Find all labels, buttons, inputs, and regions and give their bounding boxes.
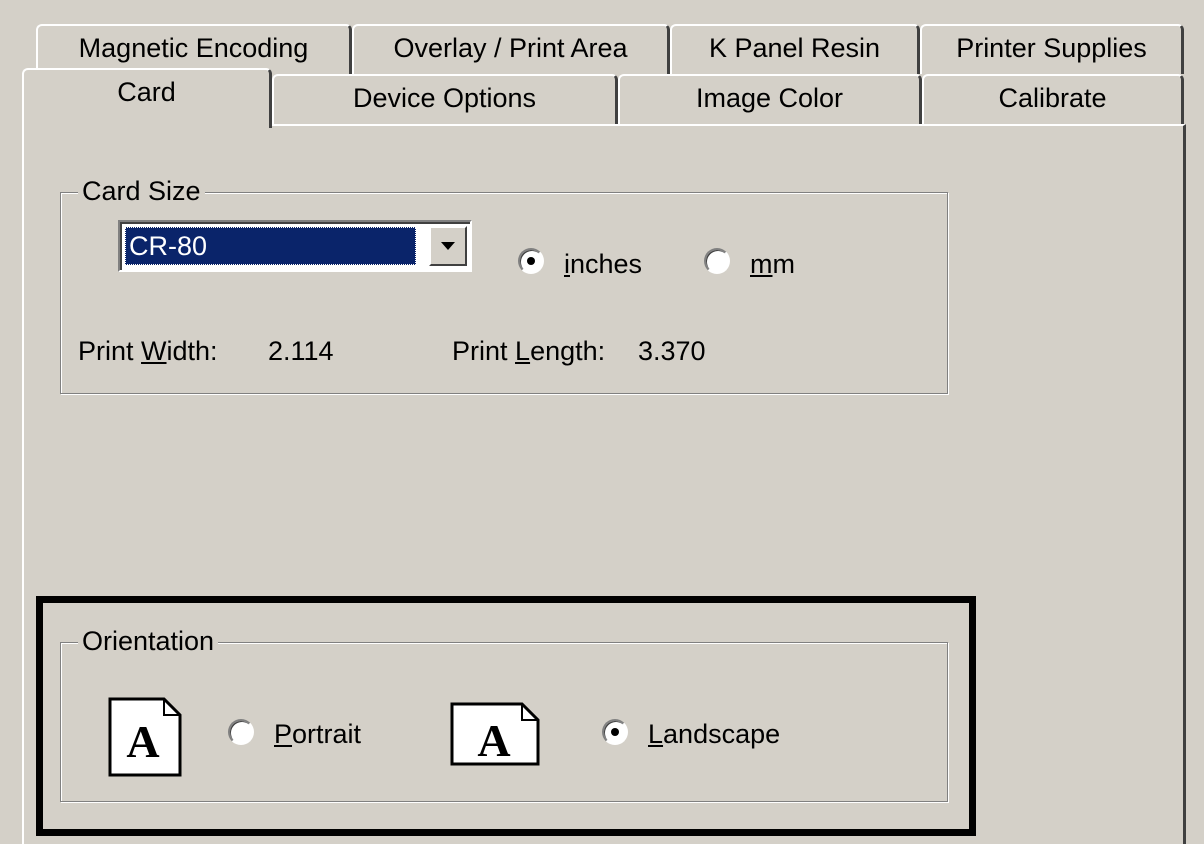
mm-label[interactable]: mm: [750, 249, 795, 279]
landscape-label[interactable]: Landscape: [648, 719, 780, 749]
landscape-page-icon: A: [450, 702, 540, 766]
inches-label[interactable]: inches: [564, 249, 642, 279]
landscape-radio-dot: [611, 728, 619, 736]
portrait-radio[interactable]: [228, 719, 254, 745]
print-width-label: Print Width:: [78, 336, 218, 366]
card-size-group-label: Card Size: [78, 176, 205, 206]
chevron-down-icon: [441, 242, 455, 250]
portrait-label[interactable]: Portrait: [274, 719, 361, 749]
print-width-value: 2.114: [268, 336, 334, 366]
portrait-page-icon: A: [108, 697, 182, 777]
portrait-icon-glyph: A: [126, 716, 159, 767]
card-size-dropdown[interactable]: CR-80: [118, 220, 472, 272]
orientation-group-label: Orientation: [78, 626, 219, 656]
inches-radio[interactable]: [518, 248, 544, 274]
mm-radio[interactable]: [704, 248, 730, 274]
print-length-label: Print Length:: [452, 336, 606, 366]
card-size-selected-value: CR-80: [125, 227, 416, 265]
dropdown-arrow-button[interactable]: [429, 226, 467, 266]
landscape-radio[interactable]: [602, 719, 628, 745]
inches-radio-dot: [527, 257, 535, 265]
landscape-icon-glyph: A: [477, 715, 510, 766]
print-length-value: 3.370: [638, 336, 706, 366]
